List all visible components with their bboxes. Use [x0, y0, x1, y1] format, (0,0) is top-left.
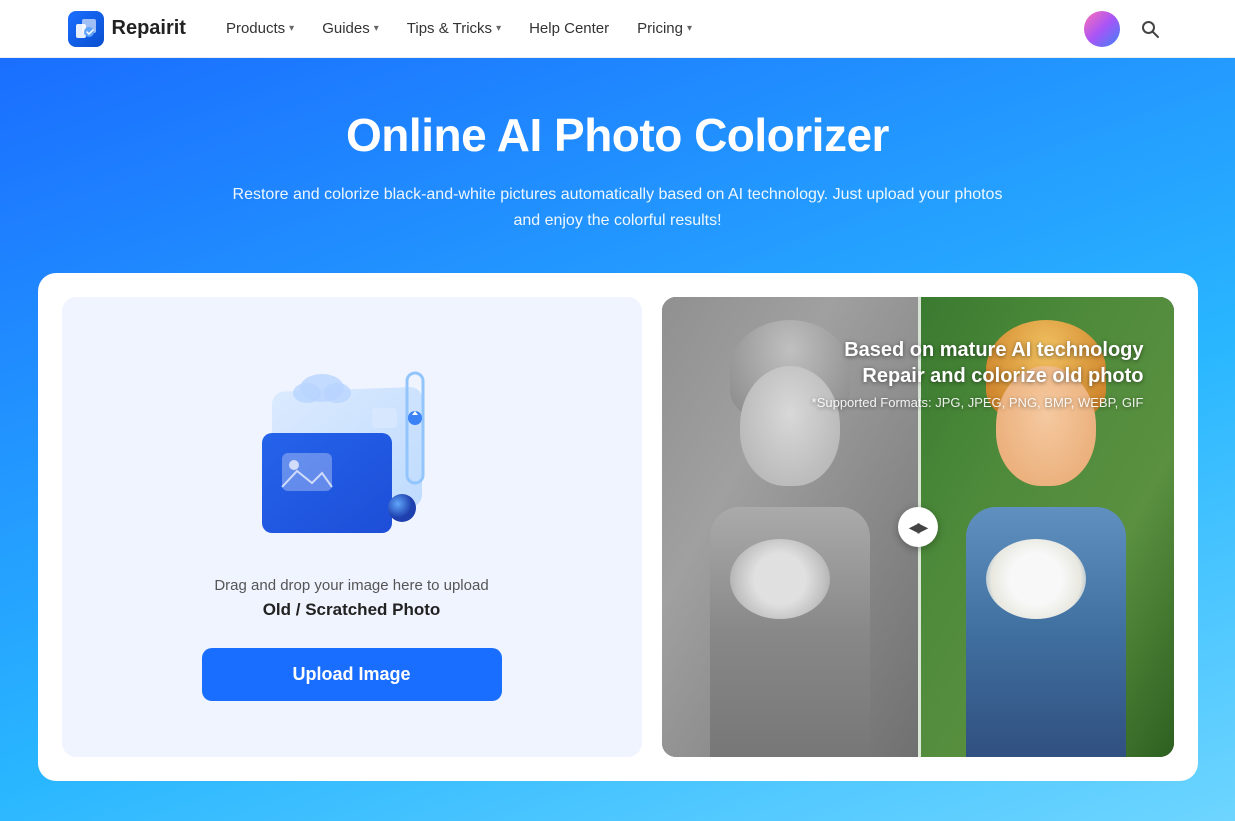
main-card: Drag and drop your image here to upload …	[38, 273, 1198, 781]
hero-section: Online AI Photo Colorizer Restore and co…	[0, 58, 1235, 821]
nav-item-products[interactable]: Products ▾	[214, 12, 306, 45]
preview-overlay-text: Based on mature AI technology Repair and…	[812, 337, 1144, 410]
tips-chevron-icon: ▾	[496, 23, 501, 34]
nav-right	[1084, 11, 1168, 47]
overlay-main-text-line1: Based on mature AI technology	[812, 337, 1144, 363]
search-button[interactable]	[1132, 11, 1168, 47]
avatar[interactable]	[1084, 11, 1120, 47]
file-type-text: Old / Scratched Photo	[263, 600, 441, 620]
pricing-chevron-icon: ▾	[687, 23, 692, 34]
guides-chevron-icon: ▾	[374, 23, 379, 34]
slider-arrows-icon: ◀▶	[909, 519, 927, 536]
upload-area: Drag and drop your image here to upload …	[62, 297, 642, 757]
nav-item-guides[interactable]: Guides ▾	[310, 12, 391, 45]
overlay-sub-text: *Supported Formats: JPG, JPEG, PNG, BMP,…	[812, 395, 1144, 410]
products-chevron-icon: ▾	[289, 23, 294, 34]
hero-title: Online AI Photo Colorizer	[20, 108, 1215, 162]
navbar: Repairit Products ▾ Guides ▾ Tips & Tric…	[0, 0, 1235, 58]
nav-item-help-center[interactable]: Help Center	[517, 12, 621, 45]
nav-item-tips-tricks[interactable]: Tips & Tricks ▾	[395, 12, 513, 45]
nav-item-pricing[interactable]: Pricing ▾	[625, 12, 704, 45]
logo[interactable]: Repairit	[68, 11, 186, 47]
drag-drop-text: Drag and drop your image here to upload	[214, 577, 488, 594]
overlay-main-text-line2: Repair and colorize old photo	[812, 363, 1144, 389]
flower-bunch-color	[986, 539, 1086, 619]
hero-subtitle: Restore and colorize black-and-white pic…	[218, 182, 1018, 233]
logo-text: Repairit	[112, 17, 186, 40]
before-after-container: ◀▶ Based on mature AI technology Repair …	[662, 297, 1174, 757]
preview-area: ◀▶ Based on mature AI technology Repair …	[662, 297, 1174, 757]
slider-handle[interactable]: ◀▶	[898, 507, 938, 547]
upload-illustration	[242, 353, 462, 553]
flower-bunch-gray	[730, 539, 830, 619]
upload-image-button[interactable]: Upload Image	[202, 648, 502, 701]
nav-items: Products ▾ Guides ▾ Tips & Tricks ▾ Help…	[214, 12, 1080, 45]
logo-icon	[68, 11, 104, 47]
